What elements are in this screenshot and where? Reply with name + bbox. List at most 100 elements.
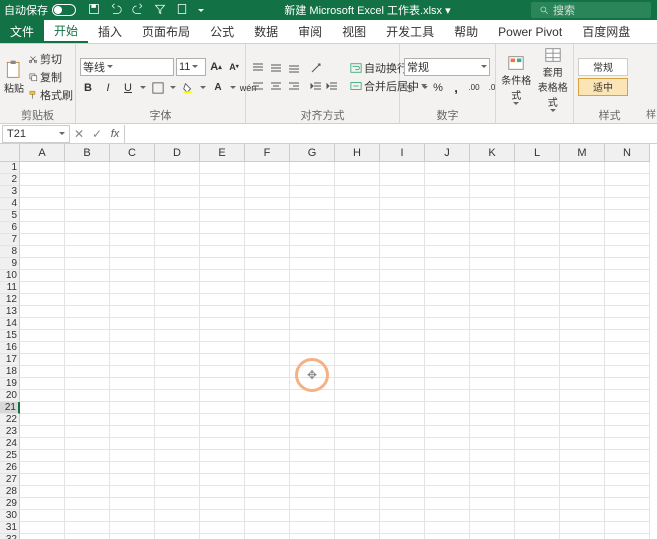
cell[interactable]: [65, 186, 110, 198]
cell[interactable]: [200, 198, 245, 210]
cell[interactable]: [200, 414, 245, 426]
cell[interactable]: [20, 390, 65, 402]
cell[interactable]: [110, 306, 155, 318]
cell[interactable]: [155, 174, 200, 186]
cell[interactable]: [335, 486, 380, 498]
cell[interactable]: [20, 414, 65, 426]
cell[interactable]: [515, 510, 560, 522]
cell[interactable]: [290, 450, 335, 462]
cell[interactable]: [560, 510, 605, 522]
cell[interactable]: [380, 522, 425, 534]
style-neutral[interactable]: 适中: [578, 78, 628, 96]
cell[interactable]: [200, 174, 245, 186]
column-header-K[interactable]: K: [470, 144, 515, 162]
cell[interactable]: [290, 534, 335, 539]
row-header-18[interactable]: 18: [0, 366, 20, 378]
cell[interactable]: [560, 330, 605, 342]
row-header-10[interactable]: 10: [0, 270, 20, 282]
cell[interactable]: [605, 354, 650, 366]
cell[interactable]: [335, 198, 380, 210]
cell[interactable]: [20, 354, 65, 366]
align-bottom-icon[interactable]: [286, 60, 302, 76]
row-header-15[interactable]: 15: [0, 330, 20, 342]
cell[interactable]: [425, 174, 470, 186]
cell[interactable]: [110, 426, 155, 438]
increase-decimal-icon[interactable]: .00: [466, 80, 482, 96]
increase-font-icon[interactable]: A▴: [208, 59, 224, 75]
cancel-formula-icon[interactable]: ✕: [70, 125, 88, 143]
cell[interactable]: [110, 366, 155, 378]
row-header-24[interactable]: 24: [0, 438, 20, 450]
cell[interactable]: [380, 462, 425, 474]
cell[interactable]: [605, 510, 650, 522]
cell[interactable]: [380, 486, 425, 498]
cell[interactable]: [560, 402, 605, 414]
cell[interactable]: [605, 318, 650, 330]
cell[interactable]: [605, 438, 650, 450]
row-header-25[interactable]: 25: [0, 450, 20, 462]
cell[interactable]: [20, 522, 65, 534]
cell[interactable]: [425, 234, 470, 246]
cell[interactable]: [65, 342, 110, 354]
cell[interactable]: [470, 522, 515, 534]
column-header-I[interactable]: I: [380, 144, 425, 162]
cell[interactable]: [20, 438, 65, 450]
cell[interactable]: [380, 510, 425, 522]
column-header-E[interactable]: E: [200, 144, 245, 162]
column-header-N[interactable]: N: [605, 144, 650, 162]
cell[interactable]: [605, 426, 650, 438]
fill-color-button[interactable]: [180, 80, 196, 96]
cell[interactable]: [200, 258, 245, 270]
row-header-6[interactable]: 6: [0, 222, 20, 234]
cell[interactable]: [290, 510, 335, 522]
cell[interactable]: [515, 186, 560, 198]
cell[interactable]: [110, 258, 155, 270]
cell[interactable]: [290, 282, 335, 294]
cell[interactable]: [515, 318, 560, 330]
formula-input[interactable]: [124, 125, 657, 143]
cell[interactable]: [335, 258, 380, 270]
row-header-21[interactable]: 21: [0, 402, 20, 414]
row-header-7[interactable]: 7: [0, 234, 20, 246]
cell[interactable]: [515, 486, 560, 498]
cell[interactable]: [380, 198, 425, 210]
cell[interactable]: [425, 186, 470, 198]
cell[interactable]: [245, 306, 290, 318]
cell[interactable]: [290, 498, 335, 510]
cell[interactable]: [290, 294, 335, 306]
cell[interactable]: [20, 378, 65, 390]
cell[interactable]: [380, 378, 425, 390]
cell[interactable]: [110, 390, 155, 402]
tab-insert[interactable]: 插入: [88, 20, 132, 43]
copy-button[interactable]: 复制: [28, 69, 73, 85]
cell[interactable]: [335, 474, 380, 486]
cell[interactable]: [65, 510, 110, 522]
cell[interactable]: [605, 414, 650, 426]
cell[interactable]: [155, 210, 200, 222]
cell[interactable]: [515, 330, 560, 342]
cell[interactable]: [335, 390, 380, 402]
cell[interactable]: [335, 270, 380, 282]
cell[interactable]: [20, 294, 65, 306]
cell[interactable]: [515, 366, 560, 378]
cell[interactable]: [425, 438, 470, 450]
cell[interactable]: [335, 234, 380, 246]
cell[interactable]: [380, 318, 425, 330]
cell[interactable]: [200, 222, 245, 234]
cell[interactable]: [605, 534, 650, 539]
cell[interactable]: [245, 342, 290, 354]
cell[interactable]: [65, 294, 110, 306]
cell[interactable]: [20, 258, 65, 270]
cell[interactable]: [470, 330, 515, 342]
cell[interactable]: [560, 306, 605, 318]
cell[interactable]: [20, 174, 65, 186]
cell[interactable]: [560, 378, 605, 390]
cell[interactable]: [245, 318, 290, 330]
cell[interactable]: [110, 438, 155, 450]
cell[interactable]: [110, 510, 155, 522]
cell[interactable]: [155, 450, 200, 462]
cell[interactable]: [560, 198, 605, 210]
tab-view[interactable]: 视图: [332, 20, 376, 43]
column-header-B[interactable]: B: [65, 144, 110, 162]
cell[interactable]: [20, 342, 65, 354]
